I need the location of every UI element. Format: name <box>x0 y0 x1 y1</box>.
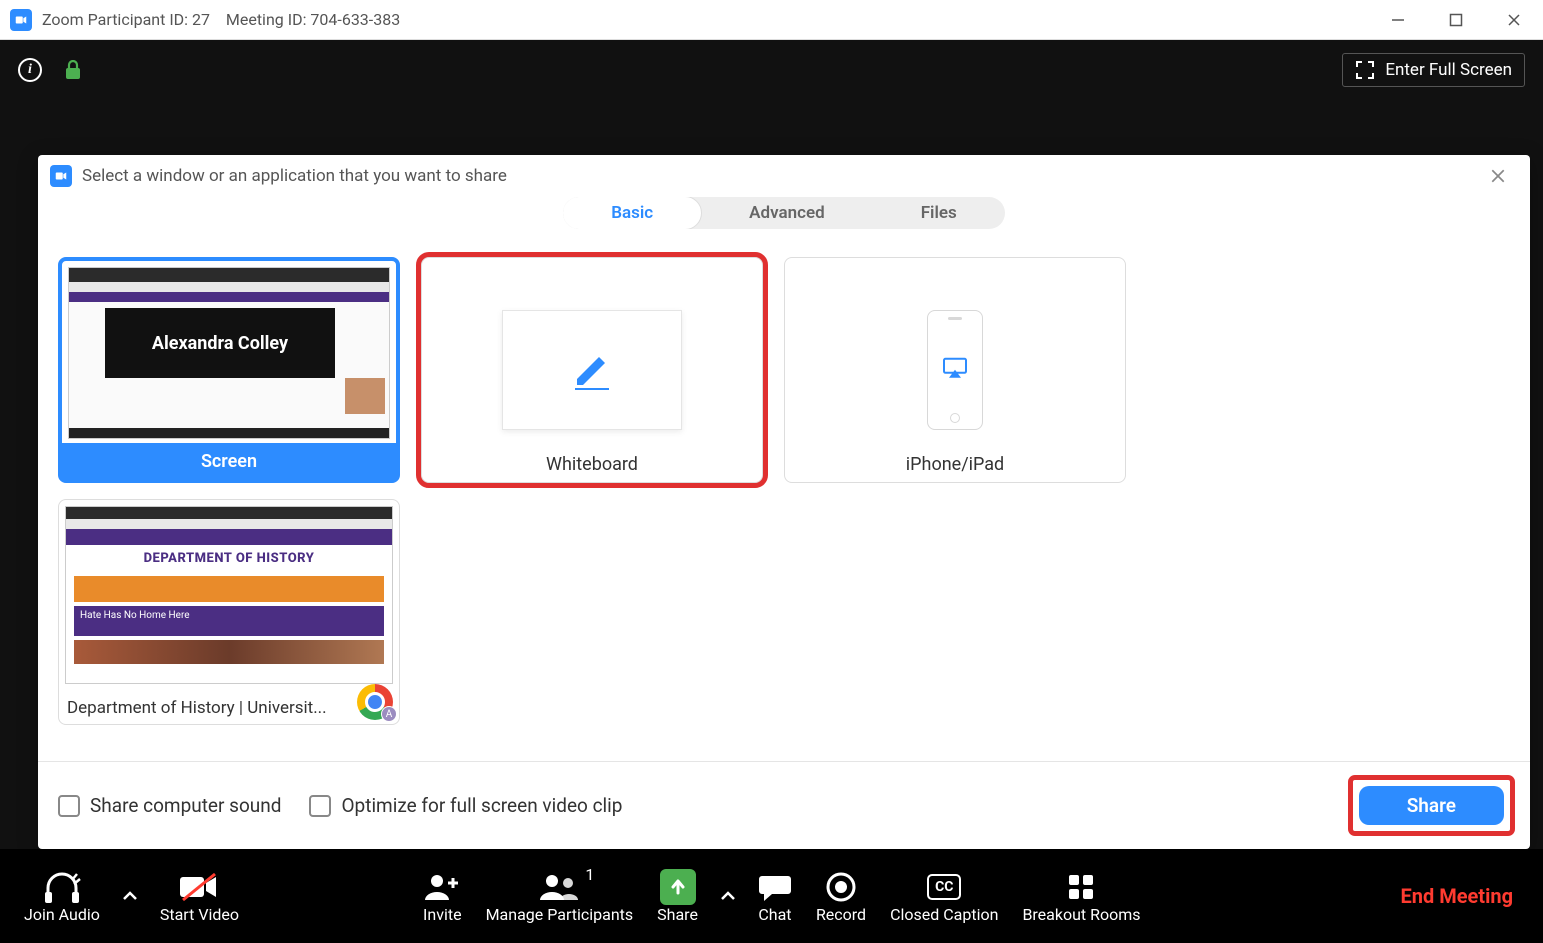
zoom-logo-icon <box>50 165 72 187</box>
share-option-window-chrome[interactable]: DEPARTMENT OF HISTORY Hate Has No Home H… <box>58 499 400 725</box>
share-button-label: Share <box>1407 794 1456 817</box>
tab-basic[interactable]: Basic <box>563 197 702 229</box>
optimize-clip-label: Optimize for full screen video clip <box>341 794 622 817</box>
audio-options-caret[interactable] <box>112 891 148 901</box>
optimize-video-clip-checkbox[interactable]: Optimize for full screen video clip <box>309 794 622 817</box>
share-option-screen[interactable]: Alexandra Colley Screen <box>58 257 400 483</box>
profile-badge: A <box>381 706 397 722</box>
zoom-logo-icon <box>10 9 32 31</box>
share-tabs: Basic Advanced Files <box>38 197 1530 229</box>
window-minimize-button[interactable] <box>1389 11 1407 29</box>
enter-fullscreen-button[interactable]: Enter Full Screen <box>1342 53 1525 87</box>
closed-caption-icon: CC <box>927 869 961 905</box>
start-video-label: Start Video <box>160 905 239 924</box>
video-off-icon <box>178 869 220 905</box>
meeting-info-icon[interactable]: i <box>18 58 42 82</box>
screen-thumbnail: Alexandra Colley <box>68 267 390 439</box>
share-option-window-label: Department of History | Universit... <box>67 698 353 718</box>
share-option-iphone-ipad[interactable]: iPhone/iPad <box>784 257 1126 483</box>
share-computer-sound-checkbox[interactable]: Share computer sound <box>58 794 281 817</box>
join-audio-button[interactable]: Join Audio <box>12 849 112 943</box>
participants-count: 1 <box>585 865 594 884</box>
invite-button[interactable]: Invite <box>411 849 474 943</box>
chat-label: Chat <box>758 905 791 924</box>
share-button[interactable]: Share <box>1359 786 1504 825</box>
share-option-iphone-label: iPhone/iPad <box>785 446 1125 482</box>
share-option-screen-label: Screen <box>62 443 396 479</box>
end-meeting-label: End Meeting <box>1401 884 1514 908</box>
closed-caption-button[interactable]: CC Closed Caption <box>878 849 1010 943</box>
record-button[interactable]: Record <box>804 849 878 943</box>
share-options-caret[interactable] <box>710 891 746 901</box>
participants-icon: 1 <box>538 869 580 905</box>
window-thumb-title: DEPARTMENT OF HISTORY <box>66 545 392 572</box>
tab-advanced[interactable]: Advanced <box>701 197 873 229</box>
end-meeting-button[interactable]: End Meeting <box>1401 884 1532 908</box>
manage-participants-label: Manage Participants <box>486 905 634 924</box>
record-label: Record <box>816 905 866 924</box>
invite-icon <box>423 869 461 905</box>
record-icon <box>826 869 856 905</box>
titlebar-text: Zoom Participant ID: 27 Meeting ID: 704-… <box>42 10 400 29</box>
meeting-id: Meeting ID: 704-633-383 <box>226 10 400 29</box>
meeting-toolbar: Join Audio Start Video <box>0 849 1543 943</box>
encryption-lock-icon[interactable] <box>64 59 82 81</box>
chat-button[interactable]: Chat <box>746 849 804 943</box>
window-thumbnail: DEPARTMENT OF HISTORY Hate Has No Home H… <box>65 506 393 684</box>
stage-header: i Enter Full Screen <box>0 40 1543 100</box>
dialog-footer: Share computer sound Optimize for full s… <box>38 761 1530 849</box>
whiteboard-tile <box>502 310 682 430</box>
window-thumb-hero: Hate Has No Home Here <box>80 610 190 621</box>
breakout-label: Breakout Rooms <box>1022 905 1140 924</box>
checkbox-icon <box>309 795 331 817</box>
tab-files[interactable]: Files <box>873 197 1005 229</box>
enter-fullscreen-label: Enter Full Screen <box>1385 60 1512 80</box>
fullscreen-icon <box>1355 60 1375 80</box>
invite-label: Invite <box>423 905 462 924</box>
breakout-icon <box>1066 869 1096 905</box>
window-titlebar: Zoom Participant ID: 27 Meeting ID: 704-… <box>0 0 1543 40</box>
share-option-whiteboard-label: Whiteboard <box>422 446 762 482</box>
share-sound-label: Share computer sound <box>90 794 281 817</box>
share-icon <box>660 869 696 905</box>
closed-caption-label: Closed Caption <box>890 905 998 924</box>
participant-id: Zoom Participant ID: 27 <box>42 10 210 29</box>
window-close-button[interactable] <box>1505 11 1523 29</box>
airplay-icon <box>942 357 968 379</box>
dialog-close-button[interactable] <box>1490 168 1514 184</box>
screen-thumb-name: Alexandra Colley <box>105 308 335 378</box>
manage-participants-button[interactable]: 1 Manage Participants <box>474 849 646 943</box>
start-video-button[interactable]: Start Video <box>148 849 251 943</box>
share-option-whiteboard[interactable]: Whiteboard <box>421 257 763 483</box>
window-maximize-button[interactable] <box>1447 11 1465 29</box>
iphone-icon <box>927 310 983 430</box>
headphones-icon <box>42 869 82 905</box>
share-label: Share <box>657 905 698 924</box>
pencil-icon <box>569 347 615 393</box>
dialog-title: Select a window or an application that y… <box>82 166 507 186</box>
share-screen-button[interactable]: Share <box>645 849 710 943</box>
checkbox-icon <box>58 795 80 817</box>
join-audio-label: Join Audio <box>24 905 100 924</box>
meeting-stage: i Enter Full Screen Select a window or a… <box>0 40 1543 943</box>
share-screen-dialog: Select a window or an application that y… <box>38 155 1530 849</box>
chat-icon <box>758 869 792 905</box>
breakout-rooms-button[interactable]: Breakout Rooms <box>1010 849 1152 943</box>
